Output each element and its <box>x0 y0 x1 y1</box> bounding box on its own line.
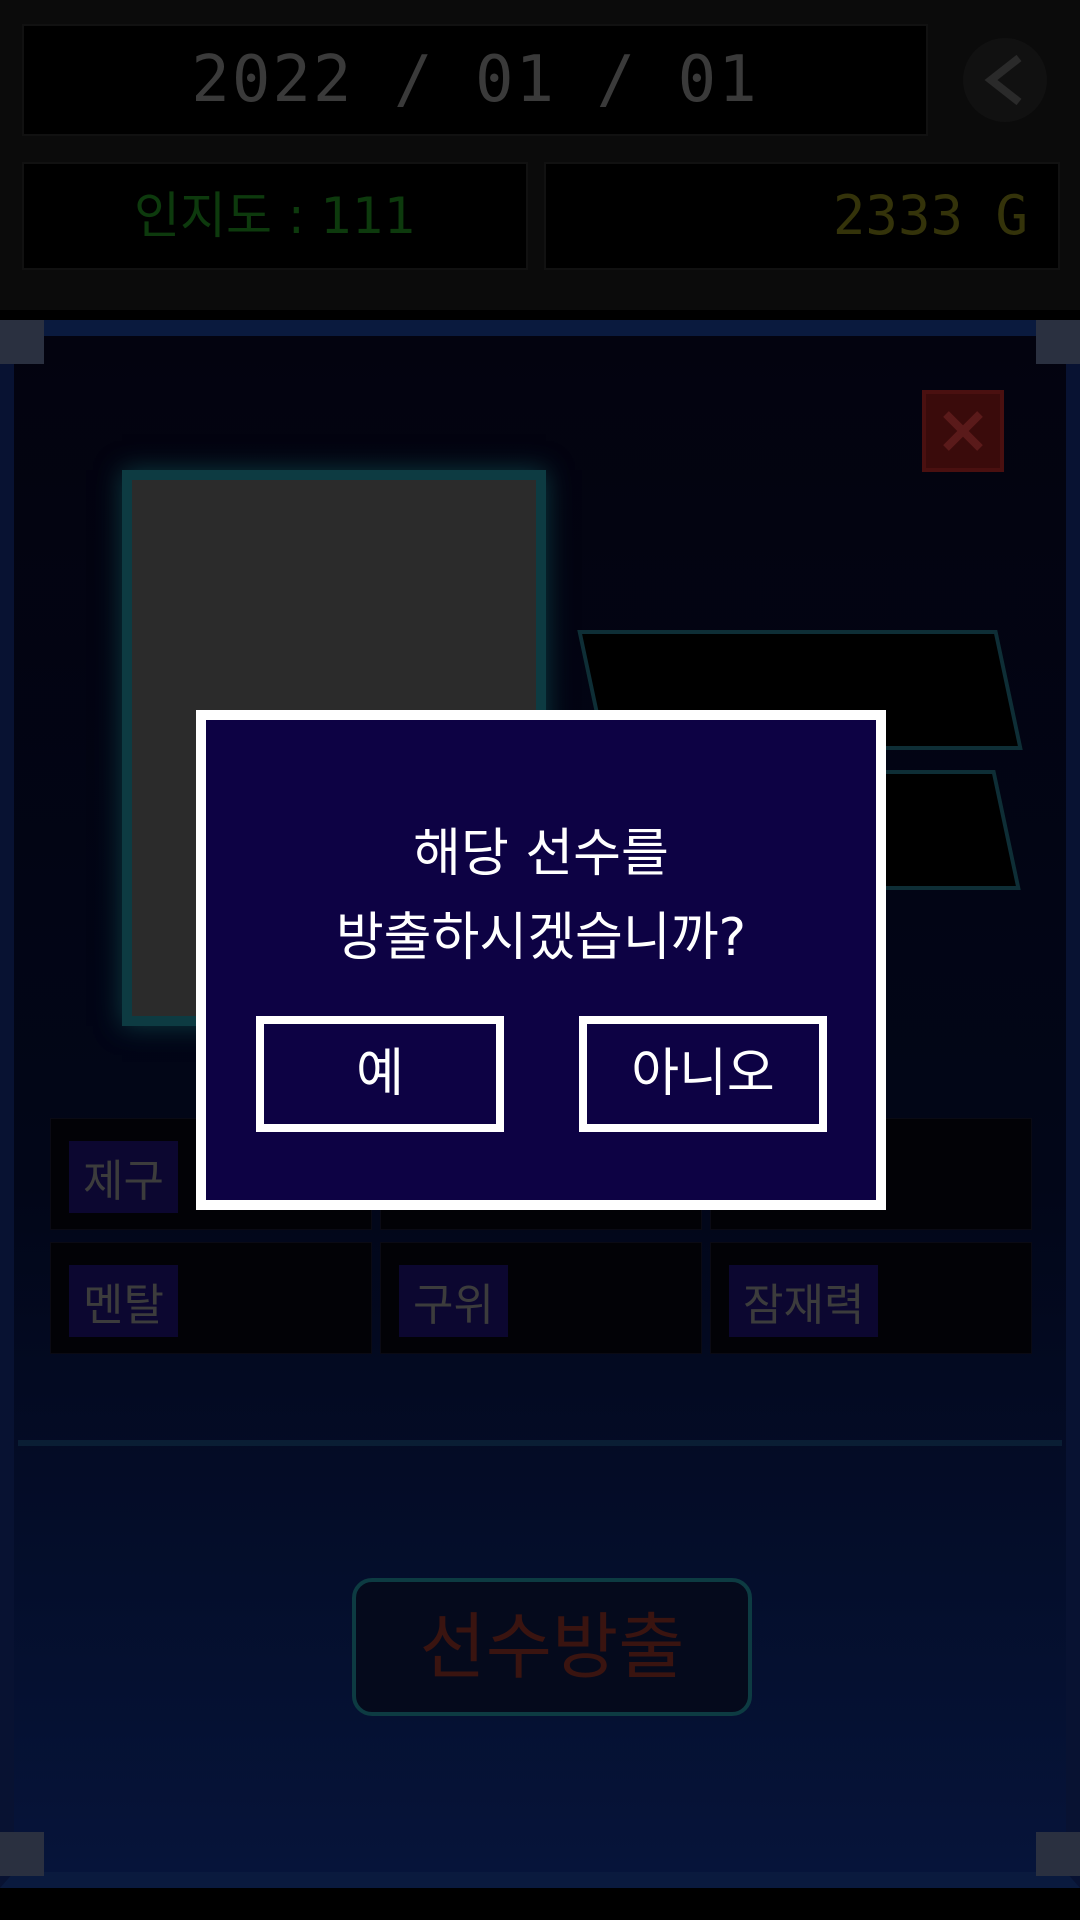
stat-cell: 구위 <box>380 1242 702 1354</box>
panel-corner <box>1036 320 1080 364</box>
date-text: 2022 / 01 / 01 <box>191 43 759 117</box>
yes-button[interactable]: 예 <box>256 1016 504 1132</box>
no-button[interactable]: 아니오 <box>579 1016 827 1132</box>
stat-cell: 멘탈 <box>50 1242 372 1354</box>
stat-label-mental: 멘탈 <box>69 1265 178 1337</box>
release-player-button[interactable]: 선수방출 <box>352 1578 752 1716</box>
release-confirm-dialog: 해당 선수를 방출하시겠습니까? 예 아니오 <box>196 710 886 1210</box>
section-divider <box>18 1440 1062 1446</box>
fame-text: 인지도 : 111 <box>133 187 417 245</box>
close-button[interactable] <box>922 390 1004 472</box>
fame-box: 인지도 : 111 <box>22 162 528 270</box>
close-icon <box>943 411 983 451</box>
stat-cell: 잠재력 <box>710 1242 1032 1354</box>
dialog-message-line-2: 방출하시겠습니까? <box>335 908 747 968</box>
panel-corner <box>0 1832 44 1876</box>
gold-box: 2333 G <box>544 162 1060 270</box>
dialog-message: 해당 선수를 방출하시겠습니까? <box>206 812 876 980</box>
panel-corner <box>1036 1832 1080 1876</box>
stat-label-stuff: 구위 <box>399 1265 508 1337</box>
back-button[interactable] <box>963 38 1047 122</box>
panel-corner <box>0 320 44 364</box>
stat-label-potential: 잠재력 <box>729 1265 879 1337</box>
date-display: 2022 / 01 / 01 <box>22 24 928 136</box>
gold-text: 2333 G <box>832 184 1028 247</box>
release-player-label: 선수방출 <box>419 1605 685 1689</box>
dialog-message-line-1: 해당 선수를 <box>413 824 669 884</box>
chevron-left-icon <box>984 54 1022 106</box>
stat-label-control: 제구 <box>69 1141 178 1213</box>
